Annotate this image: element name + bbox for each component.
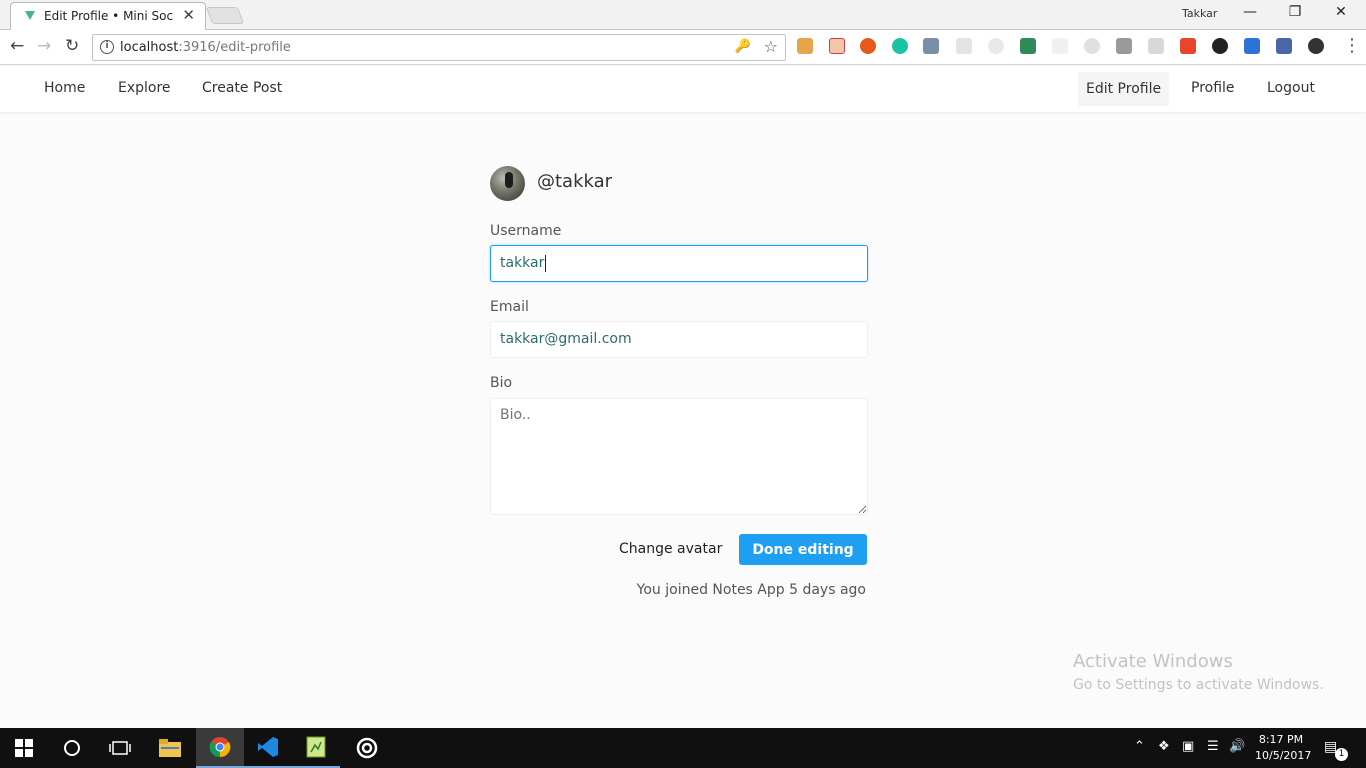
tray-clock[interactable]: 8:17 PM 10/5/2017 bbox=[1255, 732, 1312, 764]
extension-icon[interactable] bbox=[860, 38, 876, 54]
notification-count-badge: 1 bbox=[1335, 748, 1348, 761]
wifi-icon[interactable]: ☰ bbox=[1207, 739, 1219, 754]
browser-tab-active[interactable]: Edit Profile • Mini Social ✕ bbox=[10, 2, 206, 30]
tab-close-icon[interactable]: ✕ bbox=[182, 6, 195, 24]
extension-icon[interactable] bbox=[829, 38, 845, 54]
nav-explore[interactable]: Explore bbox=[118, 80, 171, 96]
browser-tabstrip: Edit Profile • Mini Social ✕ Takkar — ❐ … bbox=[0, 0, 1366, 30]
extension-icon[interactable] bbox=[1276, 38, 1292, 54]
window-restore-button[interactable]: ❐ bbox=[1280, 4, 1310, 20]
back-arrow-icon[interactable]: ← bbox=[10, 36, 24, 56]
taskbar-vscode[interactable] bbox=[244, 728, 292, 768]
nav-profile[interactable]: Profile bbox=[1191, 80, 1235, 96]
app-navbar: Home Explore Create Post Edit Profile Pr… bbox=[0, 66, 1366, 112]
taskbar-app-2[interactable] bbox=[343, 728, 391, 768]
done-editing-button[interactable]: Done editing bbox=[739, 534, 867, 565]
joined-text: You joined Notes App 5 days ago bbox=[636, 582, 866, 598]
windows-taskbar: ⌃ ❖ ▣ ☰ 🔊 8:17 PM 10/5/2017 ▤ 1 bbox=[0, 728, 1366, 768]
taskbar-app[interactable] bbox=[292, 728, 340, 768]
nav-home[interactable]: Home bbox=[44, 80, 85, 96]
cortana-circle-icon bbox=[64, 740, 80, 756]
nav-edit-profile[interactable]: Edit Profile bbox=[1078, 72, 1170, 106]
extension-icon[interactable] bbox=[797, 38, 813, 54]
dropbox-icon[interactable]: ❖ bbox=[1158, 739, 1170, 754]
chrome-icon bbox=[209, 737, 231, 758]
activate-windows-subtitle: Go to Settings to activate Windows. bbox=[1073, 677, 1324, 693]
email-input[interactable]: takkar@gmail.com bbox=[490, 321, 868, 358]
extension-icon[interactable] bbox=[956, 38, 972, 54]
avatar bbox=[490, 166, 525, 201]
extension-icon[interactable] bbox=[1180, 38, 1196, 54]
task-view-button[interactable] bbox=[96, 728, 144, 768]
vue-favicon-icon bbox=[25, 11, 35, 20]
text-caret bbox=[545, 254, 547, 272]
github-icon[interactable] bbox=[1212, 38, 1228, 54]
extension-icon[interactable] bbox=[1020, 38, 1036, 54]
volume-icon[interactable]: 🔊 bbox=[1229, 739, 1245, 754]
browser-toolbar: ← → ↻ i localhost:3916/edit-profile 🔑 ☆ … bbox=[0, 30, 1366, 65]
url-text[interactable]: localhost:3916/edit-profile bbox=[120, 40, 291, 55]
target-icon bbox=[356, 737, 378, 759]
tray-time: 8:17 PM bbox=[1258, 733, 1304, 746]
task-view-icon bbox=[109, 741, 131, 755]
change-avatar-button[interactable]: Change avatar bbox=[619, 541, 722, 557]
extension-icon[interactable] bbox=[1084, 38, 1100, 54]
window-close-button[interactable]: ✕ bbox=[1326, 4, 1356, 20]
vscode-icon bbox=[258, 737, 278, 757]
windows-logo-icon bbox=[15, 739, 33, 757]
browser-menu-icon[interactable]: ⋮ bbox=[1343, 35, 1361, 56]
extension-icon[interactable] bbox=[1244, 38, 1260, 54]
notepad-icon bbox=[306, 736, 326, 758]
username-label: Username bbox=[490, 223, 562, 239]
bio-textarea[interactable] bbox=[490, 398, 868, 515]
activate-windows-title: Activate Windows bbox=[1073, 651, 1233, 672]
nav-logout[interactable]: Logout bbox=[1267, 80, 1315, 96]
tab-title: Edit Profile • Mini Social bbox=[44, 9, 174, 23]
extension-icon[interactable] bbox=[1116, 38, 1132, 54]
show-hidden-icons-chevron-icon[interactable]: ⌃ bbox=[1134, 739, 1145, 754]
extension-icon[interactable] bbox=[1148, 38, 1164, 54]
extension-icon[interactable] bbox=[988, 38, 1004, 54]
extension-icon[interactable] bbox=[923, 38, 939, 54]
window-minimize-button[interactable]: — bbox=[1235, 4, 1265, 20]
bookmark-star-icon[interactable]: ☆ bbox=[764, 37, 778, 56]
browser-profile-name[interactable]: Takkar bbox=[1182, 7, 1217, 20]
nav-create-post[interactable]: Create Post bbox=[202, 80, 282, 96]
bio-label: Bio bbox=[490, 375, 513, 391]
info-icon[interactable]: i bbox=[100, 40, 114, 54]
email-label: Email bbox=[490, 299, 529, 315]
forward-arrow-icon[interactable]: → bbox=[37, 36, 51, 56]
username-input[interactable]: takkar bbox=[490, 245, 868, 282]
profile-handle: @takkar bbox=[537, 171, 613, 192]
start-button[interactable] bbox=[0, 728, 48, 768]
key-icon[interactable]: 🔑 bbox=[735, 39, 751, 54]
github-icon[interactable] bbox=[1308, 38, 1324, 54]
taskbar-chrome[interactable] bbox=[196, 728, 244, 768]
reload-icon[interactable]: ↻ bbox=[65, 36, 79, 56]
tray-date: 10/5/2017 bbox=[1255, 749, 1312, 762]
extension-icon[interactable] bbox=[1052, 38, 1068, 54]
taskbar-file-explorer[interactable] bbox=[146, 728, 194, 768]
extension-icon[interactable] bbox=[892, 38, 908, 54]
folder-icon bbox=[159, 739, 181, 757]
new-tab-button[interactable] bbox=[205, 7, 245, 24]
battery-icon[interactable]: ▣ bbox=[1182, 739, 1194, 754]
address-bar[interactable]: i localhost:3916/edit-profile 🔑 ☆ bbox=[92, 34, 786, 61]
cortana-button[interactable] bbox=[48, 728, 96, 768]
